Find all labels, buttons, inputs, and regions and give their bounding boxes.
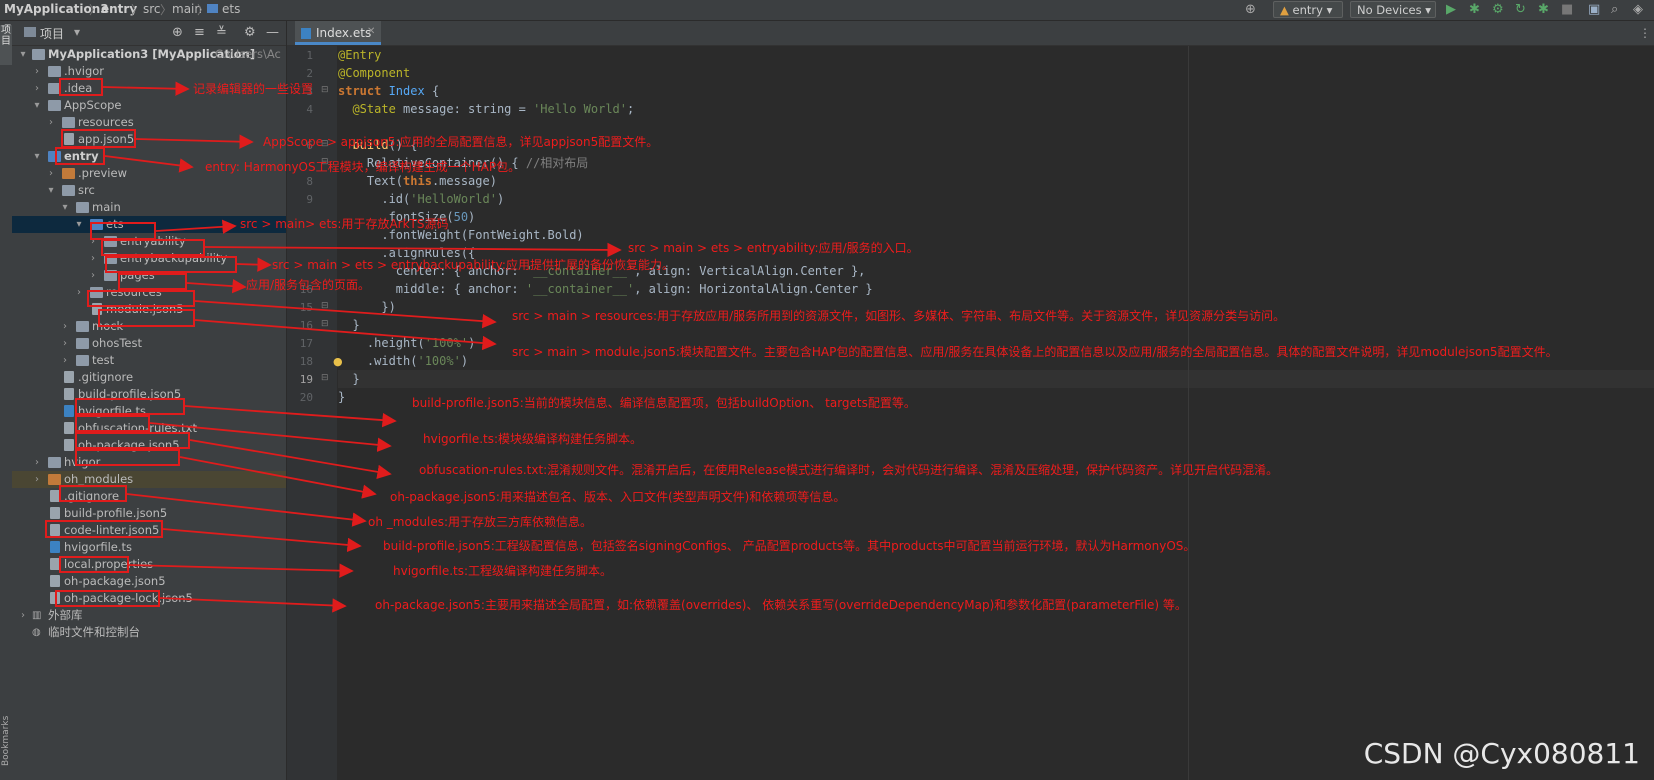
- annotation-note: build-profile.json5:工程级配置信息，包括签名signingC…: [383, 539, 1196, 553]
- annotation-arrow: [155, 219, 237, 234]
- annotation-arrow: [102, 81, 190, 96]
- annotation-note: build-profile.json5:当前的模块信息、编译信息配置项，包括bu…: [412, 396, 916, 410]
- annotation-note: src > main > module.json5:模块配置文件。主要包含HAP…: [512, 345, 1558, 359]
- annotation-arrow: [128, 563, 354, 578]
- annotation-note: hvigorfile.ts:模块级编译构建任务脚本。: [423, 432, 643, 446]
- annotation-note: src > main > ets > entrybackupability:应用…: [272, 258, 674, 272]
- annotation-arrow: [194, 300, 497, 329]
- annotation-arrow: [162, 528, 362, 553]
- annotation-arrow: [184, 405, 397, 428]
- annotation-arrow: [194, 319, 497, 351]
- annotation-arrow: [189, 439, 392, 479]
- annotation-arrow: [104, 155, 194, 173]
- annotation-arrow: [186, 278, 247, 294]
- annotation-arrows: [102, 81, 622, 613]
- annotation-note: hvigorfile.ts:工程级编译构建任务脚本。: [393, 564, 613, 578]
- annotation-note: oh-package.json5:主要用来描述全局配置，如:依赖覆盖(overr…: [375, 598, 1187, 612]
- annotation-note: obfuscation-rules.txt:混淆规则文件。混淆开启后，在使用Re…: [419, 463, 1279, 477]
- annotation-note: entry: HarmonyOS工程模块，编译构建生成一个HAP包。: [205, 160, 521, 174]
- annotation-note: src > main > ets > entryability:应用/服务的入口…: [628, 241, 919, 255]
- annotation-arrow: [126, 493, 367, 527]
- annotation-arrow: [236, 257, 272, 272]
- annotation-arrow: [159, 597, 347, 613]
- annotation-arrow: [149, 422, 392, 452]
- annotation-note: 记录编辑器的一些设置: [193, 82, 314, 96]
- annotation-note: src > main > resources:用于存放应用/服务所用到的资源文件…: [512, 309, 1286, 323]
- annotation-note: src > main> ets:用于存放ArkTS源码: [240, 217, 449, 231]
- annotation-note: AppScope > appjson5:应用的全局配置信息，详见appjson5…: [263, 135, 659, 149]
- watermark: CSDN @Cyx080811: [1363, 737, 1640, 770]
- annotation-arrow: [135, 134, 254, 149]
- annotation-note: oh _modules:用于存放三方库依赖信息。: [368, 515, 593, 529]
- annotation-note: oh-package.json5:用来描述包名、版本、入口文件(类型声明文件)和…: [390, 490, 846, 504]
- annotation-arrow: [179, 456, 377, 499]
- annotation-note: 应用/服务包含的页面。: [246, 278, 371, 292]
- annotation-arrow: [204, 242, 622, 258]
